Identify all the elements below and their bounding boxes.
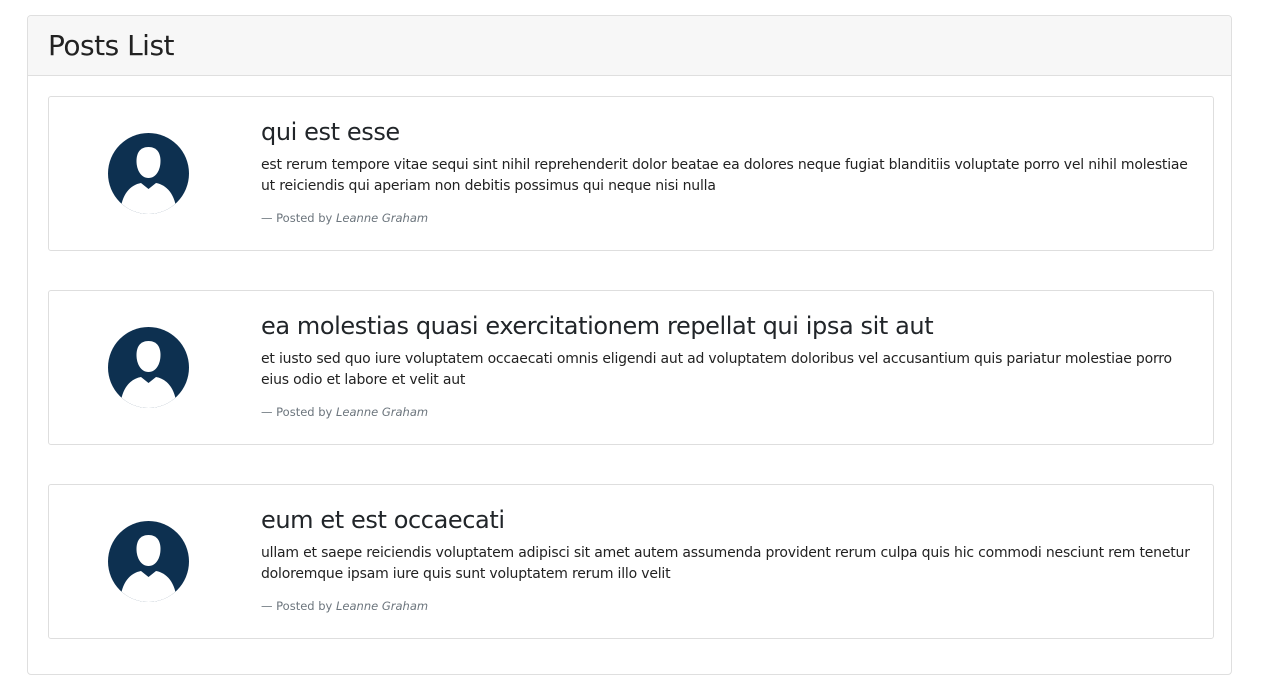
user-avatar-icon bbox=[108, 133, 189, 214]
post-card: qui est esse est rerum tempore vitae seq… bbox=[48, 96, 1214, 251]
post-text: est rerum tempore vitae sequi sint nihil… bbox=[261, 157, 1188, 194]
posts-panel: Posts List qui est esse est rerum tempor… bbox=[27, 15, 1232, 675]
post-body: ea molestias quasi exercitationem repell… bbox=[261, 309, 1191, 419]
post-body: qui est esse est rerum tempore vitae seq… bbox=[261, 115, 1191, 225]
post-text: ullam et saepe reiciendis voluptatem adi… bbox=[261, 545, 1190, 582]
post-title[interactable]: eum et est occaecati bbox=[261, 503, 1191, 537]
panel-header: Posts List bbox=[28, 16, 1231, 76]
post-title[interactable]: qui est esse bbox=[261, 115, 1191, 149]
post-meta: — Posted by Leanne Graham bbox=[261, 211, 1191, 225]
post-text: et iusto sed quo iure voluptatem occaeca… bbox=[261, 351, 1172, 388]
post-list: qui est esse est rerum tempore vitae seq… bbox=[28, 76, 1231, 639]
posted-by-label: — Posted by bbox=[261, 211, 333, 225]
page-title: Posts List bbox=[48, 29, 175, 62]
post-body: eum et est occaecati ullam et saepe reic… bbox=[261, 503, 1191, 613]
post-author: Leanne Graham bbox=[336, 405, 429, 419]
post-title[interactable]: ea molestias quasi exercitationem repell… bbox=[261, 309, 1191, 343]
posted-by-label: — Posted by bbox=[261, 405, 333, 419]
post-meta: — Posted by Leanne Graham bbox=[261, 599, 1191, 613]
user-avatar-icon bbox=[108, 327, 189, 408]
user-avatar-icon bbox=[108, 521, 189, 602]
post-author: Leanne Graham bbox=[336, 599, 429, 613]
post-author: Leanne Graham bbox=[336, 211, 429, 225]
post-meta: — Posted by Leanne Graham bbox=[261, 405, 1191, 419]
post-card: ea molestias quasi exercitationem repell… bbox=[48, 290, 1214, 445]
posted-by-label: — Posted by bbox=[261, 599, 333, 613]
post-card: eum et est occaecati ullam et saepe reic… bbox=[48, 484, 1214, 639]
